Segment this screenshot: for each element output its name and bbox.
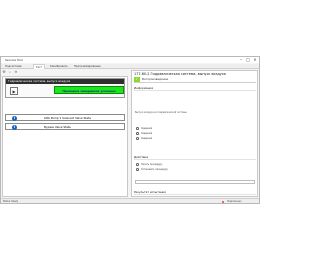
tab-test[interactable]: Тест [33, 64, 46, 69]
divider [134, 90, 256, 91]
radio-icon [136, 127, 139, 130]
list-item[interactable]: i Bypass Valve State [5, 123, 125, 130]
item-label: Bypass Valve State [44, 125, 71, 129]
title-bar: Service Tool – □ × [1, 57, 259, 63]
radio-icon [136, 132, 139, 135]
option-label: Сведения [141, 126, 153, 130]
toolbar: ⚒ ⌕ ⊖ [2, 70, 22, 75]
result-label: Воспроизведение [142, 77, 169, 81]
tab-calibrate[interactable]: Калибровать [48, 64, 70, 69]
option-label: Сведения [141, 131, 153, 135]
connection-status-icon [222, 200, 224, 203]
info-icon: i [12, 125, 17, 130]
tab-bar: Подсистема Тест Калибровать Программиров… [1, 64, 259, 69]
divider [134, 159, 256, 160]
status-bar: Status: Ready Подключено [1, 198, 259, 203]
info-text: Выпуск воздуха из гидравлической системы [135, 111, 187, 114]
info-icon: i [12, 116, 17, 121]
play-icon: ▶ [12, 89, 16, 94]
close-icon[interactable]: × [252, 57, 258, 62]
procedure-status-button[interactable]: Проверка завершена успешно [54, 86, 124, 94]
option-label: Сведения [141, 136, 153, 140]
result-row: ✓ Воспроизведение [134, 77, 256, 83]
maximize-icon[interactable]: □ [245, 57, 251, 62]
option-label: Остановить процедуру [141, 167, 168, 171]
item-label: LNG Pump 1 Solenoid Valve State [44, 116, 91, 120]
status-text: Status: Ready [3, 200, 19, 203]
list-item[interactable]: i LNG Pump 1 Solenoid Valve State [5, 114, 125, 121]
comment-field[interactable] [135, 180, 255, 184]
app-window: Service Tool – □ × Подсистема Тест Калиб… [0, 56, 260, 204]
connection-status-text: Подключено [227, 200, 242, 203]
play-button[interactable]: ▶ [10, 87, 18, 95]
radio-icon [136, 168, 139, 171]
details-title: 177-60-2 Гидравлическая система, выпуск … [134, 72, 226, 76]
tab-subsystem[interactable]: Подсистема [3, 64, 24, 69]
tab-programming[interactable]: Программирование [72, 64, 103, 69]
procedure-header: Гидравлическая система, выпуск воздуха [6, 79, 124, 84]
wrench-icon[interactable]: ⚒ [2, 70, 6, 74]
procedure-card: Гидравлическая система, выпуск воздуха ▶… [5, 78, 125, 98]
radio-icon [136, 137, 139, 140]
window-title: Service Tool [5, 58, 23, 62]
radio-icon [136, 163, 139, 166]
search-icon[interactable]: ⌕ [8, 70, 12, 74]
option-label: Начать процедуру [141, 162, 163, 166]
check-icon: ✓ [134, 77, 140, 82]
procedure-panel: Гидравлическая система, выпуск воздуха ▶… [2, 76, 128, 197]
divider [134, 194, 256, 195]
details-panel: 177-60-2 Гидравлическая система, выпуск … [131, 70, 258, 197]
minimize-icon[interactable]: – [238, 57, 244, 62]
zoom-out-icon[interactable]: ⊖ [14, 70, 18, 74]
